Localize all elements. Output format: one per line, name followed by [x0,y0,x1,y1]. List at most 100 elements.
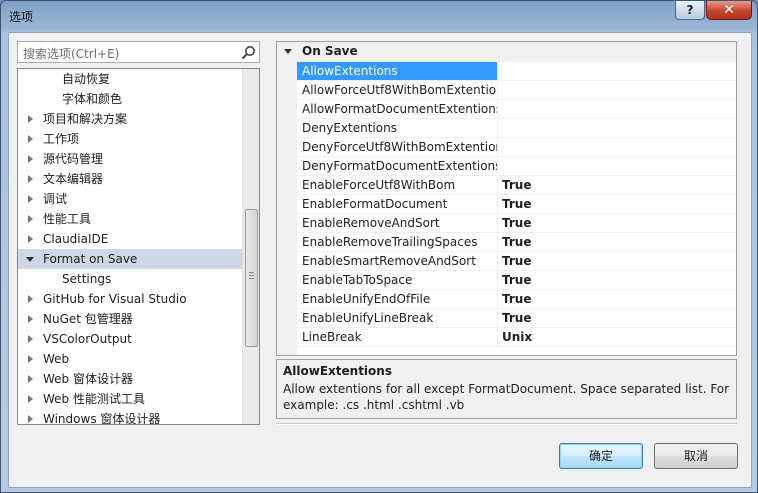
property-gutter [277,62,297,355]
property-value[interactable]: True [502,290,531,308]
property-value[interactable]: True [502,195,531,213]
tree-item[interactable]: 字体和颜色 [18,89,242,109]
help-button[interactable]: ? [675,1,705,20]
collapsed-arrow-icon[interactable] [28,375,33,383]
tree-item[interactable]: 源代码管理 [18,149,242,169]
property-name[interactable]: DenyForceUtf8WithBomExtentions [297,138,498,156]
property-name[interactable]: EnableRemoveAndSort [297,214,498,232]
tree-item[interactable]: Windows 窗体设计器 [18,409,242,424]
property-value[interactable]: Unix [502,328,532,346]
property-name[interactable]: EnableForceUtf8WithBom [297,176,498,194]
search-icon[interactable] [241,45,256,60]
options-tree[interactable]: Windows 窗体设计器 Web 性能测试工具 Web 窗体设计器 Web VSCol… [17,68,260,425]
collapsed-arrow-icon[interactable] [28,175,33,183]
property-row[interactable]: EnableFormatDocument True [297,195,736,214]
property-row[interactable]: EnableUnifyEndOfFile True [297,290,736,309]
property-row[interactable]: AllowForceUtf8WithBomExtentions [297,81,736,100]
options-dialog: 选项 ? ✕ 搜索选项(Ctrl+E) Windows 窗体设计器 Web 性能测… [0,0,758,493]
search-input[interactable]: 搜索选项(Ctrl+E) [17,41,260,63]
collapsed-arrow-icon[interactable] [28,415,33,423]
property-value[interactable]: True [502,233,531,251]
tree-item[interactable]: Format on Save [18,249,242,269]
collapsed-arrow-icon[interactable] [28,195,33,203]
property-name[interactable]: EnableRemoveTrailingSpaces [297,233,498,251]
property-row[interactable]: DenyFormatDocumentExtentions [297,157,736,176]
tree-item[interactable]: Web [18,349,242,369]
property-row[interactable]: DenyForceUtf8WithBomExtentions [297,138,736,157]
property-row[interactable]: AllowExtentions [297,62,736,81]
property-name[interactable]: AllowFormatDocumentExtentions [297,100,498,118]
tree-scrollbar[interactable] [242,69,259,424]
ok-button[interactable]: 确定 [559,443,643,469]
tree-item[interactable]: VSColorOutput [18,329,242,349]
description-pane: AllowExtentions Allow extentions for all… [276,359,737,419]
property-name[interactable]: AllowExtentions [297,62,498,80]
tree-item[interactable]: Settings [18,269,242,289]
description-title: AllowExtentions [283,364,392,378]
property-row[interactable]: EnableUnifyLineBreak True [297,309,736,328]
tree-item[interactable]: 工作项 [18,129,242,149]
property-grid[interactable]: On Save AllowExtentions AllowForceUtf8Wit… [276,41,737,356]
tree-item[interactable]: GitHub for Visual Studio [18,289,242,309]
collapsed-arrow-icon[interactable] [28,315,33,323]
property-name[interactable]: DenyFormatDocumentExtentions [297,157,498,175]
property-row[interactable]: AllowFormatDocumentExtentions [297,100,736,119]
tree-item[interactable]: Web 性能测试工具 [18,389,242,409]
tree-item-label: 字体和颜色 [62,92,123,106]
collapsed-arrow-icon[interactable] [28,155,33,163]
separator [276,423,737,425]
property-name[interactable]: EnableUnifyEndOfFile [297,290,498,308]
tree-item-label: Settings [62,272,112,286]
tree-item-label: 自动恢复 [62,72,111,86]
property-name[interactable]: AllowForceUtf8WithBomExtentions [297,81,498,99]
tree-item-label: 性能工具 [43,212,92,226]
collapsed-arrow-icon[interactable] [28,115,33,123]
tree-item[interactable]: 文本编辑器 [18,169,242,189]
property-value[interactable]: True [502,176,531,194]
tree-item[interactable]: 项目和解决方案 [18,109,242,129]
collapsed-arrow-icon[interactable] [28,395,33,403]
tree-item[interactable]: 自动恢复 [18,69,242,89]
property-name[interactable]: EnableFormatDocument [297,195,498,213]
property-row[interactable]: EnableForceUtf8WithBom True [297,176,736,195]
property-value[interactable]: True [502,309,531,327]
collapse-arrow-icon[interactable] [284,49,292,54]
title-bar[interactable]: 选项 ? ✕ [1,1,757,31]
close-button[interactable]: ✕ [706,1,752,20]
collapsed-arrow-icon[interactable] [28,215,33,223]
tree-item-label: 调试 [43,192,68,206]
property-row[interactable]: EnableRemoveTrailingSpaces True [297,233,736,252]
property-name[interactable]: DenyExtentions [297,119,498,137]
property-name[interactable]: EnableSmartRemoveAndSort [297,252,498,270]
property-row[interactable]: EnableSmartRemoveAndSort True [297,252,736,271]
window-title: 选项 [9,10,34,24]
collapsed-arrow-icon[interactable] [28,335,33,343]
property-row[interactable]: LineBreak Unix [297,328,736,347]
collapsed-arrow-icon[interactable] [28,355,33,363]
tree-item[interactable]: Web 窗体设计器 [18,369,242,389]
tree-item[interactable]: 调试 [18,189,242,209]
property-value[interactable]: True [502,271,531,289]
property-value[interactable]: True [502,214,531,232]
tree-item[interactable]: NuGet 包管理器 [18,309,242,329]
tree-item-label: 工作项 [43,132,80,146]
category-header[interactable]: On Save [277,42,736,62]
cancel-button[interactable]: 取消 [654,443,738,469]
tree-item-label: Web 性能测试工具 [43,392,145,406]
tree-item[interactable]: ClaudiaIDE [18,229,242,249]
property-name[interactable]: EnableUnifyLineBreak [297,309,498,327]
property-name[interactable]: LineBreak [297,328,498,346]
property-row[interactable]: DenyExtentions [297,119,736,138]
tree-item[interactable]: 性能工具 [18,209,242,229]
tree-item-label: Web 窗体设计器 [43,372,133,386]
collapsed-arrow-icon[interactable] [28,295,33,303]
collapsed-arrow-icon[interactable] [28,135,33,143]
tree-scrollbar-thumb[interactable] [245,209,258,347]
property-name[interactable]: EnableTabToSpace [297,271,498,289]
collapsed-arrow-icon[interactable] [28,235,33,243]
property-row[interactable]: EnableRemoveAndSort True [297,214,736,233]
property-row[interactable]: EnableTabToSpace True [297,271,736,290]
expanded-arrow-icon[interactable] [26,257,34,262]
property-value[interactable]: True [502,252,531,270]
tree-item-label: Format on Save [43,252,138,266]
